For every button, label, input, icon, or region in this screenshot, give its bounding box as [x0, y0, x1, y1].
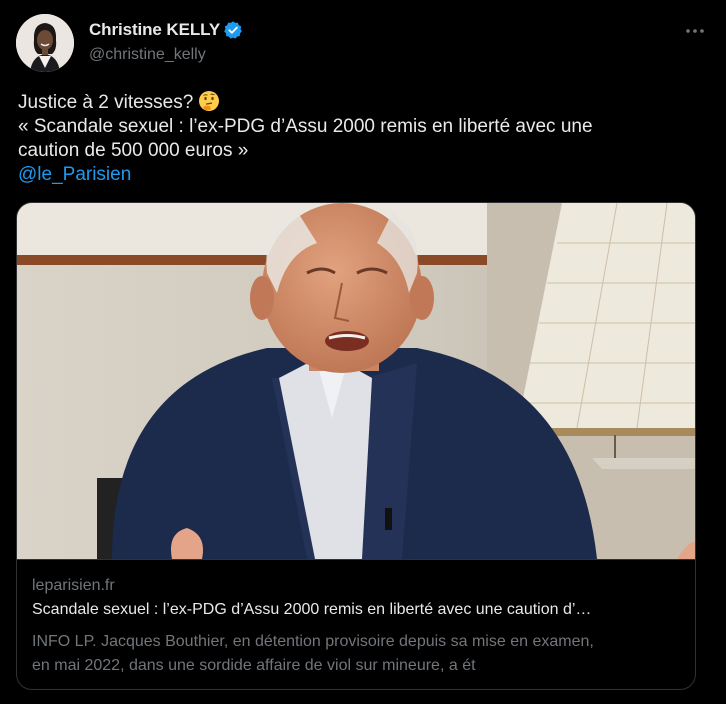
tweet-text-line-2: « Scandale sexuel : l’ex-PDG d’Assu 2000…	[18, 116, 593, 137]
verified-badge-icon[interactable]	[223, 20, 243, 40]
tweet: Christine KELLY @christine_kelly Justice…	[0, 0, 726, 704]
card-description-line-2: en mai 2022, dans une sordide affaire de…	[32, 657, 476, 674]
author-handle[interactable]: @christine_kelly	[89, 46, 243, 64]
card-title: Scandale sexuel : l’ex-PDG d’Assu 2000 r…	[32, 601, 592, 618]
card-description: INFO LP. Jacques Bouthier, en détention …	[32, 630, 682, 678]
mention-link[interactable]: @le_Parisien	[18, 163, 698, 187]
thinking-face-icon	[198, 90, 220, 112]
tweet-header: Christine KELLY @christine_kelly	[16, 14, 710, 72]
more-horizontal-icon	[686, 29, 704, 33]
card-description-line-1: INFO LP. Jacques Bouthier, en détention …	[32, 633, 594, 650]
tweet-line-1-text: Justice à 2 vitesses?	[18, 92, 194, 113]
tweet-text-line-1: Justice à 2 vitesses?	[18, 90, 698, 115]
more-options-button[interactable]	[680, 22, 710, 40]
avatar[interactable]	[16, 14, 74, 72]
tweet-text-line-3: caution de 500 000 euros »	[18, 140, 249, 161]
card-domain: leparisien.fr	[32, 577, 115, 594]
link-preview-card[interactable]: leparisien.fr Scandale sexuel : l’ex-PDG…	[16, 202, 696, 690]
tweet-text: Justice à 2 vitesses? « Scandale sexuel …	[18, 90, 698, 187]
author-names: Christine KELLY @christine_kelly	[89, 19, 243, 64]
card-meta: leparisien.fr Scandale sexuel : l’ex-PDG…	[17, 559, 695, 689]
card-image	[17, 203, 695, 559]
display-name-row: Christine KELLY	[89, 19, 243, 41]
display-name[interactable]: Christine KELLY	[89, 20, 220, 40]
